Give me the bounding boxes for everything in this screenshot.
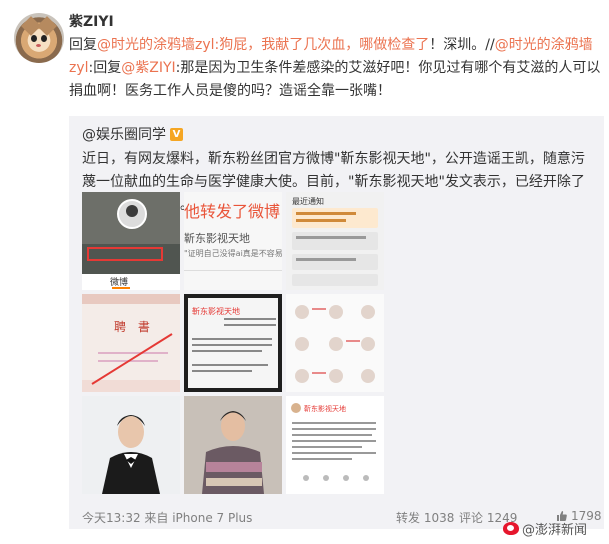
reply-prefix: 回复 <box>69 37 97 53</box>
retweet-count[interactable]: 转发 1038 <box>396 509 454 526</box>
avatar-eye-left <box>31 35 37 42</box>
repost-image-9[interactable]: 靳东影视天地 <box>286 396 384 494</box>
image-4-art <box>82 294 180 392</box>
repost-image-3[interactable]: 最近通知 <box>286 192 384 290</box>
post-text-segment: ！深圳。// <box>429 37 495 53</box>
image-2-divider <box>184 270 282 271</box>
verified-badge-icon: V <box>170 127 183 141</box>
image-2-sub: 靳东影视天地 <box>184 232 250 245</box>
repost-image-7[interactable] <box>82 396 180 494</box>
repost-card: @娱乐圈同学 V 近日，有网友爆料，靳东粉丝团官方微博"靳东影视天地"，公开造谣… <box>69 116 604 529</box>
post-text: 回复@时光的涂鸦墙zyl:狗屁，我献了几次血，哪做检查了！深圳。//@时光的涂鸦… <box>69 34 607 103</box>
repost-image-5[interactable]: 靳东影视天地 <box>184 294 282 392</box>
repost-source-link[interactable]: @娱乐圈同学 <box>82 124 166 144</box>
avatar[interactable] <box>14 13 64 63</box>
post-timestamp[interactable]: 今天13:32 来自 iPhone 7 Plus <box>82 509 252 526</box>
mention-link[interactable]: @紫ZIYI <box>121 60 175 76</box>
weibo-logo-icon <box>503 522 519 535</box>
image-9-caption: 靳东影视天地 <box>304 405 346 413</box>
avatar-ear-right <box>37 16 57 36</box>
image-2-caption: 他转发了微博 <box>184 202 281 221</box>
image-4-caption: 聘 書 <box>114 320 154 334</box>
image-1-caption: 微博 <box>110 278 129 288</box>
watermark: @澎湃新闻 <box>503 519 587 538</box>
image-5-caption: 靳东影视天地 <box>192 307 240 316</box>
avatar-eye-right <box>41 35 47 42</box>
image-6-art <box>286 294 384 392</box>
repost-image-4[interactable]: 聘 書 <box>82 294 180 392</box>
repost-image-8[interactable] <box>184 396 282 494</box>
repost-image-2[interactable]: 他转发了微博 靳东影视天地 "证明自己没得ai真是不容易 <box>184 192 282 290</box>
image-2-sub2: "证明自己没得ai真是不容易 <box>184 249 282 258</box>
post-text-segment: :回复 <box>88 60 122 76</box>
post-username[interactable]: 紫ZIYI <box>69 11 114 31</box>
highlight-text: :狗屁，我献了几次血，哪做检查了 <box>214 37 430 53</box>
image-7-art <box>82 396 180 494</box>
repost-image-1[interactable]: 微博 <box>82 192 180 290</box>
watermark-text: @澎湃新闻 <box>522 523 588 538</box>
mention-link[interactable]: @时光的涂鸦墙zyl <box>97 37 215 53</box>
avatar-nose <box>36 44 41 47</box>
repost-image-6[interactable] <box>286 294 384 392</box>
image-8-art <box>184 396 282 494</box>
repost-source: @娱乐圈同学 V <box>82 124 183 144</box>
image-1-art <box>82 192 180 290</box>
image-3-caption: 最近通知 <box>292 197 324 206</box>
